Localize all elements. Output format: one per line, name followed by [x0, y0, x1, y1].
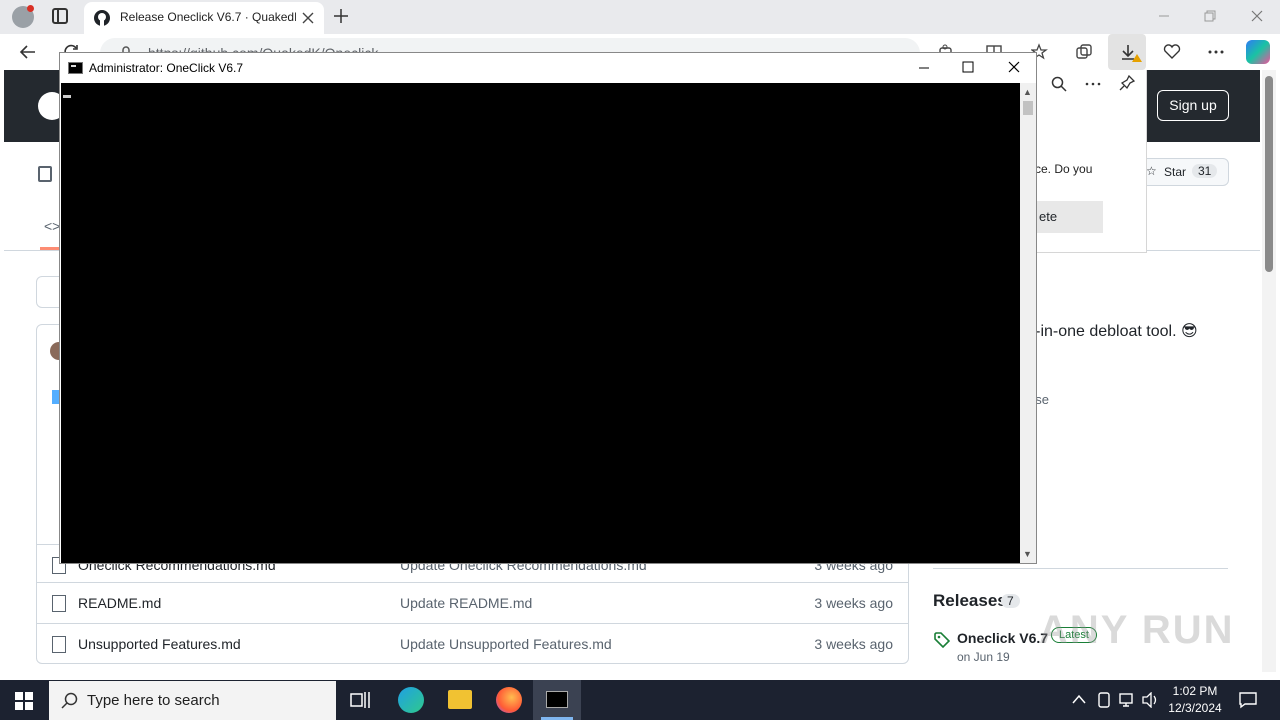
close-icon[interactable] — [1008, 61, 1020, 73]
divider — [933, 568, 1228, 569]
warning-icon — [1132, 54, 1142, 62]
console-scrollbar[interactable]: ▲ ▼ — [1020, 83, 1036, 563]
notification-icon[interactable] — [1239, 691, 1257, 709]
taskbar: Type here to search 1:02 PM 12/3/2024 — [0, 680, 1280, 720]
github-logo-icon — [94, 10, 110, 26]
about-description: ll-in-one debloat tool. 😎 — [1028, 321, 1198, 341]
repo-icon — [38, 166, 52, 182]
code-tab-icon[interactable]: <> — [44, 218, 60, 234]
console-window[interactable]: Administrator: OneClick V6.7 ▲ ▼ — [59, 52, 1037, 564]
collections-icon[interactable] — [1075, 43, 1093, 61]
star-label: Star — [1164, 165, 1187, 179]
browser-tab-bar: Release Oneclick V6.7 · QuakedK/Oneclick — [0, 0, 1280, 34]
star-button[interactable]: ☆ Star 31 — [1135, 158, 1229, 186]
file-name[interactable]: Unsupported Features.md — [78, 636, 241, 652]
tab-title: Release Oneclick V6.7 · QuakedK/Oneclick — [120, 10, 296, 24]
maximize-icon[interactable] — [962, 61, 974, 73]
download-warning-text: ce. Do you — [1035, 162, 1093, 176]
edge-browser-icon[interactable] — [398, 687, 424, 713]
profile-avatar-icon[interactable] — [12, 5, 34, 28]
file-icon — [52, 636, 66, 653]
page-scrollbar[interactable] — [1262, 70, 1276, 672]
table-row[interactable]: README.md Update README.md 3 weeks ago — [36, 582, 909, 623]
clock-time: 1:02 PM — [1172, 684, 1218, 698]
scrollbar-thumb[interactable] — [1023, 101, 1033, 115]
tab-actions-icon[interactable] — [52, 8, 68, 24]
commit-message[interactable]: Update README.md — [400, 595, 532, 611]
about-text: ll-in-one debloat tool. — [1028, 323, 1177, 340]
star-icon: ☆ — [1146, 164, 1157, 178]
tab-release-oneclick[interactable]: Release Oneclick V6.7 · QuakedK/Oneclick — [84, 2, 324, 34]
console-taskbar-button[interactable] — [533, 680, 581, 720]
scroll-up-icon[interactable]: ▲ — [1023, 87, 1032, 97]
latest-release-name[interactable]: Oneclick V6.7 — [957, 630, 1048, 646]
restore-window-icon[interactable] — [1204, 10, 1216, 22]
console-app-icon — [68, 62, 83, 74]
taskbar-search-box[interactable]: Type here to search — [49, 681, 336, 720]
defender-icon[interactable] — [1096, 692, 1112, 708]
search-icon[interactable] — [1051, 76, 1067, 92]
search-icon — [61, 692, 78, 709]
watermark: ANY RUN — [1039, 608, 1235, 652]
close-tab-icon[interactable] — [302, 12, 314, 24]
release-date: on Jun 19 — [957, 650, 1010, 664]
new-tab-icon[interactable] — [333, 8, 349, 24]
releases-count: 7 — [1001, 594, 1020, 608]
search-placeholder: Type here to search — [87, 692, 220, 709]
terminal-icon — [546, 691, 568, 708]
browser-essentials-icon[interactable] — [1163, 43, 1181, 61]
back-arrow-icon[interactable] — [19, 43, 37, 61]
scroll-down-icon[interactable]: ▼ — [1023, 549, 1032, 559]
sunglasses-emoji: 😎 — [1181, 323, 1198, 340]
system-clock[interactable]: 1:02 PM 12/3/2024 — [1166, 683, 1224, 717]
star-count: 31 — [1192, 164, 1218, 178]
downloads-panel: ce. Do you ete — [1034, 70, 1147, 253]
more-menu-icon[interactable] — [1207, 43, 1225, 61]
chevron-up-icon[interactable] — [1072, 694, 1086, 704]
file-icon — [52, 595, 66, 612]
firefox-icon[interactable] — [496, 687, 522, 713]
scrollbar-thumb[interactable] — [1265, 76, 1273, 272]
releases-heading[interactable]: Releases — [933, 591, 1007, 611]
file-explorer-icon[interactable] — [448, 690, 472, 709]
console-title: Administrator: OneClick V6.7 — [89, 61, 244, 75]
file-name[interactable]: README.md — [78, 595, 161, 611]
clock-date: 12/3/2024 — [1168, 701, 1222, 715]
commit-time: 3 weeks ago — [814, 636, 893, 652]
close-window-icon[interactable] — [1251, 10, 1263, 22]
minimize-icon[interactable] — [918, 62, 930, 74]
sign-up-button[interactable]: Sign up — [1157, 90, 1229, 121]
pin-icon[interactable] — [1119, 75, 1135, 91]
network-icon[interactable] — [1119, 692, 1137, 708]
windows-start-icon[interactable] — [15, 692, 33, 710]
text-cursor — [63, 95, 71, 98]
delete-button[interactable]: ete — [1035, 201, 1103, 233]
console-output[interactable] — [61, 83, 1020, 563]
copilot-icon[interactable] — [1246, 40, 1270, 64]
commit-time: 3 weeks ago — [814, 595, 893, 611]
commit-message[interactable]: Update Unsupported Features.md — [400, 636, 612, 652]
minimize-window-icon[interactable] — [1158, 10, 1170, 22]
table-row[interactable]: Unsupported Features.md Update Unsupport… — [36, 623, 909, 664]
downloads-button[interactable] — [1108, 34, 1146, 70]
task-view-icon[interactable] — [350, 691, 370, 709]
tag-icon — [934, 632, 950, 648]
volume-icon[interactable] — [1142, 692, 1160, 708]
more-options-icon[interactable] — [1085, 76, 1101, 92]
